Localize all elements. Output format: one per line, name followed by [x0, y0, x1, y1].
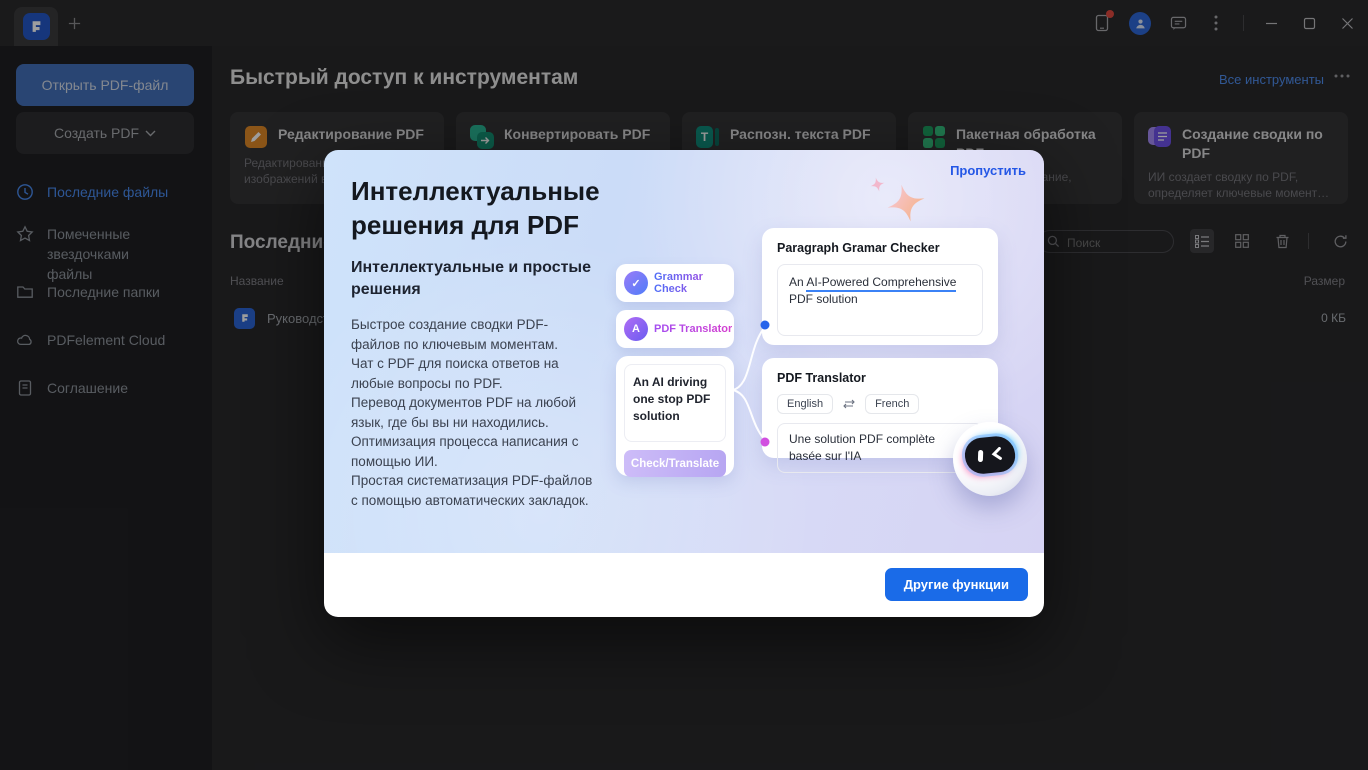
check-translate-button[interactable]: Check/Translate	[624, 450, 726, 477]
grammar-check-icon: ✓	[624, 271, 648, 295]
connector-dot-blue	[761, 321, 770, 330]
modal-bullet: Чат с PDF для поиска ответов на любые во…	[351, 354, 595, 393]
modal-bullet: Быстрое создание сводки PDF-файлов по кл…	[351, 315, 595, 354]
ai-robot-mascot	[953, 422, 1027, 496]
robot-visor	[963, 434, 1016, 475]
sparkle-small-icon	[870, 177, 885, 192]
grammar-check-chip: ✓ Grammar Check	[616, 264, 734, 302]
modal-bullet: Оптимизация процесса написания с помощью…	[351, 432, 595, 471]
promo-modal: Пропустить Интеллектуальные решения для …	[324, 150, 1044, 617]
robot-eye-icon	[978, 450, 983, 462]
swap-languages-icon	[842, 399, 856, 409]
ai-solution-text: An AI driving one stop PDF solution	[624, 364, 726, 442]
modal-subtitle: Интеллектуальные и простые решения	[351, 257, 599, 301]
translator-title: PDF Translator	[777, 371, 983, 385]
promo-hero: Пропустить Интеллектуальные решения для …	[324, 150, 1044, 553]
sample-text-after: PDF solution	[789, 292, 858, 306]
app-window: Открыть PDF-файл Создать PDF Последние ф…	[0, 0, 1368, 770]
modal-title: Интеллектуальные решения для PDF	[351, 174, 599, 242]
translator-sample: Une solution PDF complète basée sur l'IA	[777, 423, 983, 473]
sparkle-icon	[886, 183, 926, 223]
more-functions-button[interactable]: Другие функции	[885, 568, 1028, 601]
pdf-translator-chip: A PDF Translator	[616, 310, 734, 348]
grammar-check-label: Grammar Check	[654, 271, 734, 295]
grammar-checker-sample: An AI-Powered Comprehensive PDF solution	[777, 264, 983, 336]
modal-bullet-list: Быстрое создание сводки PDF-файлов по кл…	[351, 315, 595, 510]
pdf-translator-label: PDF Translator	[654, 323, 732, 335]
language-to[interactable]: French	[865, 394, 919, 414]
modal-bullet: Простая систематизация PDF-файлов с помо…	[351, 471, 595, 510]
connector-lines	[722, 315, 776, 455]
sample-text-underlined: AI-Powered Comprehensive	[806, 275, 956, 292]
language-row: English French	[777, 394, 983, 414]
modal-footer: Другие функции	[324, 553, 1044, 617]
language-from[interactable]: English	[777, 394, 833, 414]
ai-solution-card: An AI driving one stop PDF solution Chec…	[616, 356, 734, 476]
grammar-checker-card: Paragraph Gramar Checker An AI-Powered C…	[762, 228, 998, 345]
modal-bullet: Перевод документов PDF на любой язык, гд…	[351, 393, 595, 432]
pdf-translator-icon: A	[624, 317, 648, 341]
connector-dot-pink	[761, 438, 770, 447]
robot-eye-chevron-icon	[990, 447, 1002, 461]
skip-link[interactable]: Пропустить	[950, 163, 1026, 178]
sample-text-before: An	[789, 275, 806, 289]
grammar-checker-title: Paragraph Gramar Checker	[777, 241, 983, 255]
